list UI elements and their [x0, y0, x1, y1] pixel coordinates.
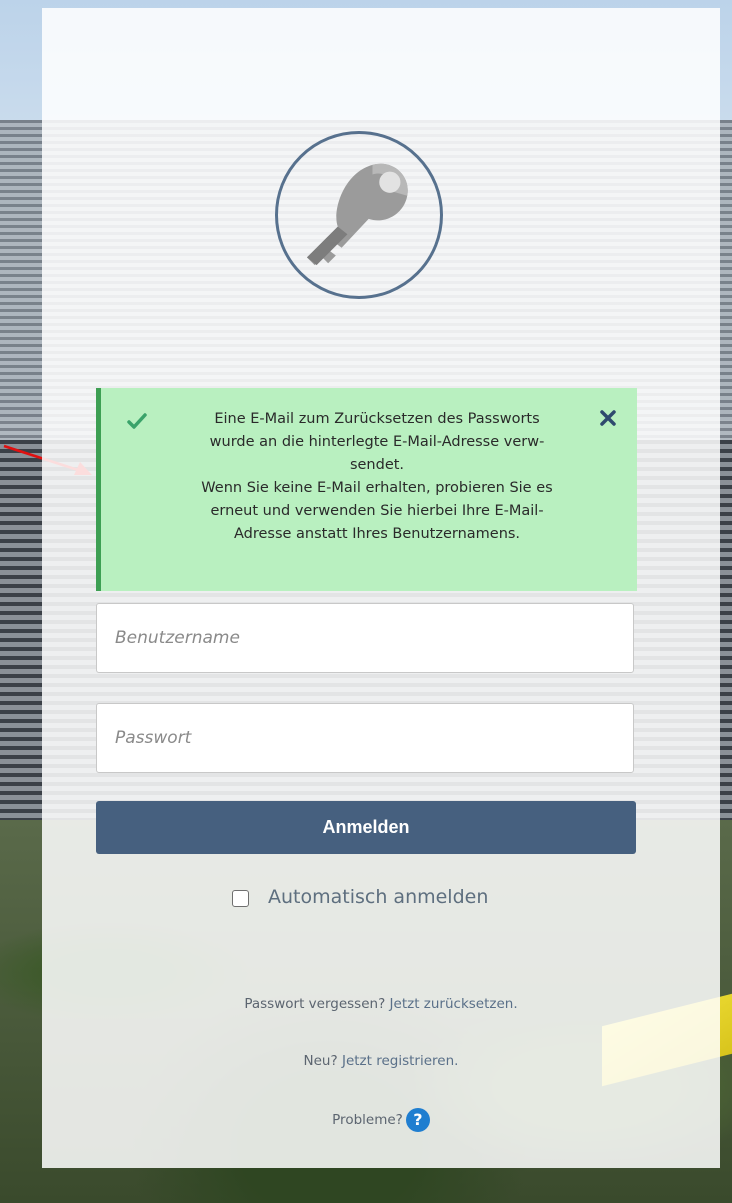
register-line: Neu? Jetzt registrieren. [42, 1053, 720, 1069]
reset-password-link[interactable]: Jetzt zurücksetzen. [390, 996, 518, 1012]
forgot-password-line: Passwort vergessen? Jetzt zurücksetzen. [42, 996, 720, 1012]
problems-line: Probleme?? [42, 1108, 720, 1132]
alert-line: Adresse anstatt Ihres Benutzernamens. [233, 526, 521, 542]
close-icon[interactable] [598, 408, 618, 428]
login-panel: Eine E-Mail zum Zurücksetzen des Passwor… [42, 8, 720, 1168]
key-icon [306, 163, 408, 266]
problems-label: Probleme? [332, 1112, 403, 1128]
alert-line: wurde an die hinterlegte E-Mail-Adresse … [209, 434, 545, 450]
forgot-prefix: Passwort vergessen? [244, 996, 386, 1012]
password-input[interactable] [96, 703, 634, 773]
alert-line: sendet. [349, 457, 405, 473]
remember-checkbox[interactable] [232, 890, 249, 907]
success-alert: Eine E-Mail zum Zurücksetzen des Passwor… [96, 388, 637, 591]
alert-line: erneut und verwenden Sie hierbei Ihre E-… [210, 503, 544, 519]
alert-line: Eine E-Mail zum Zurücksetzen des Passwor… [214, 411, 540, 427]
key-logo [275, 131, 443, 299]
alert-message: Eine E-Mail zum Zurücksetzen des Passwor… [167, 408, 587, 546]
help-icon[interactable]: ? [405, 1108, 430, 1132]
username-input[interactable] [96, 603, 634, 673]
login-button[interactable]: Anmelden [96, 801, 636, 854]
remember-label: Automatisch anmelden [268, 886, 489, 908]
check-icon [127, 413, 147, 429]
alert-line: Wenn Sie keine E-Mail erhalten, probiere… [201, 480, 553, 496]
new-prefix: Neu? [303, 1053, 338, 1069]
register-link[interactable]: Jetzt registrieren. [342, 1053, 458, 1069]
